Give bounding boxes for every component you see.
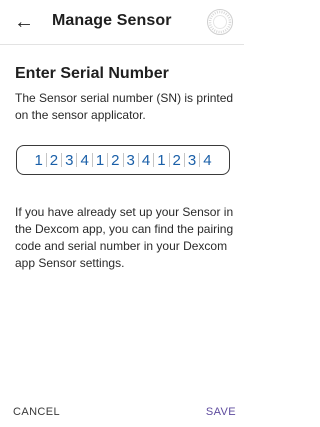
page-title: Manage Sensor [52,12,172,29]
section-description: The Sensor serial number (SN) is printed… [15,91,234,122]
serial-number-section: Enter Serial Number The Sensor serial nu… [15,64,235,124]
serial-digit: 4 [141,151,151,169]
serial-digit: 4 [203,151,212,169]
serial-digit: 2 [111,151,120,169]
info-text: If you have already set up your Sensor i… [15,205,234,270]
serial-digit: 1 [157,151,166,169]
serial-digit: 4 [80,151,89,169]
serial-digit: 1 [95,151,105,169]
serial-digit: 2 [49,151,59,169]
serial-digit: 2 [172,151,181,169]
section-heading: Enter Serial Number [15,65,169,82]
sensor-dial-icon [207,9,233,35]
back-arrow-icon[interactable]: ← [12,10,36,34]
serial-number-input[interactable]: 123412341234 [16,145,230,175]
serial-digit: 3 [65,151,74,169]
cancel-button[interactable]: CANCEL [13,406,60,418]
footer-actions: CANCEL SAVE [0,398,244,427]
serial-digit: 1 [34,151,43,169]
serial-digit: 3 [126,151,135,169]
app-bar: ← Manage Sensor [0,0,244,45]
serial-digit: 3 [187,151,197,169]
save-button[interactable]: SAVE [206,406,236,418]
